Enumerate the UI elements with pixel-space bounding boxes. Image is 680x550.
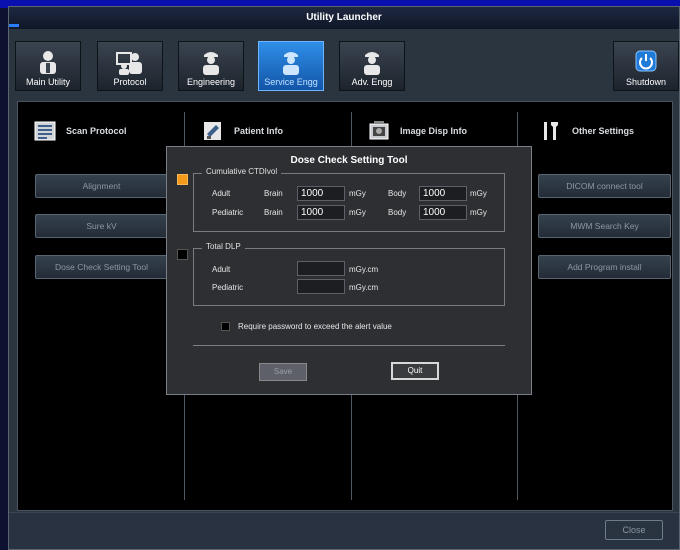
sure-kv-button[interactable]: Sure kV — [35, 214, 168, 238]
brain-label: Brain — [264, 208, 283, 217]
alignment-button[interactable]: Alignment — [35, 174, 168, 198]
body-label: Body — [388, 189, 407, 198]
image-disp-icon — [369, 121, 389, 140]
protocol-button[interactable]: Protocol — [97, 41, 163, 91]
wrench-icon — [544, 122, 558, 140]
require-password-checkbox[interactable] — [221, 322, 230, 331]
engineer-icon — [203, 52, 219, 75]
dicom-connect-tool-button[interactable]: DICOM connect tool — [538, 174, 671, 198]
quit-button[interactable]: Quit — [391, 362, 439, 380]
dlp-unit-label: mGy.cm — [349, 265, 379, 274]
unit-label: mGy — [470, 208, 487, 217]
title-accent — [9, 24, 19, 27]
dlp-pediatric-field[interactable] — [297, 279, 345, 294]
category-label: Image Disp Info — [400, 126, 468, 136]
dlp-legend: Total DLP — [202, 242, 245, 251]
adult-label: Adult — [212, 265, 231, 274]
users-icon — [116, 52, 142, 75]
category-label: Other Settings — [572, 126, 635, 136]
dose-check-dialog: Dose Check Setting Tool Cumulative CTDIv… — [166, 146, 532, 395]
dlp-enable-checkbox[interactable] — [177, 249, 188, 260]
window-title: Utility Launcher — [9, 7, 679, 29]
engineering-label: Engineering — [186, 77, 236, 87]
save-button[interactable]: Save — [259, 363, 307, 381]
engineering-button[interactable]: Engineering — [178, 41, 244, 91]
adult-brain-field[interactable]: 1000 — [297, 186, 345, 201]
dlp-unit-label: mGy.cm — [349, 283, 379, 292]
service-engineer-icon — [283, 52, 299, 75]
main-utility-button[interactable]: Main Utility — [15, 41, 81, 91]
category-image-disp-info: Image Disp Info — [368, 118, 518, 144]
pediatric-label: Pediatric — [212, 283, 244, 292]
unit-label: mGy — [349, 208, 366, 217]
pediatric-body-field[interactable]: 1000 — [419, 205, 467, 220]
dialog-title: Dose Check Setting Tool — [290, 155, 408, 166]
category-other-settings: Other Settings — [540, 118, 670, 144]
category-scan-protocol: Scan Protocol — [34, 118, 174, 144]
protocol-label: Protocol — [113, 77, 147, 87]
pediatric-brain-field[interactable]: 1000 — [297, 205, 345, 220]
pediatric-label: Pediatric — [212, 208, 244, 217]
service-engg-label: Service Engg — [264, 77, 318, 87]
require-password-label: Require password to exceed the alert val… — [238, 322, 392, 331]
body-label: Body — [388, 208, 407, 217]
category-label: Patient Info — [234, 126, 283, 136]
scan-protocol-icon — [34, 121, 56, 141]
dlp-group: Total DLP Adult mGy.cm Pediatric mGy.cm — [193, 242, 505, 306]
adult-label: Adult — [212, 189, 231, 198]
close-button[interactable]: Close — [605, 520, 663, 540]
service-engg-button[interactable]: Service Engg — [258, 41, 324, 91]
patient-info-icon — [204, 122, 221, 140]
footer-bar: Close — [9, 512, 679, 549]
advanced-engineer-icon — [364, 52, 380, 75]
adv-engg-label: Adv. Engg — [351, 77, 393, 87]
category-label: Scan Protocol — [66, 126, 127, 136]
brain-label: Brain — [264, 189, 283, 198]
user-icon — [40, 51, 56, 74]
mwm-search-key-button[interactable]: MWM Search Key — [538, 214, 671, 238]
category-patient-info: Patient Info — [202, 118, 342, 144]
unit-label: mGy — [349, 189, 366, 198]
adv-engg-button[interactable]: Adv. Engg — [339, 41, 405, 91]
main-utility-label: Main Utility — [25, 77, 70, 87]
dialog-divider — [193, 345, 505, 346]
ctdi-legend: Cumulative CTDIvol — [202, 167, 282, 176]
dose-check-setting-tool-button[interactable]: Dose Check Setting Tool — [35, 255, 168, 279]
power-icon — [635, 50, 657, 72]
shutdown-button[interactable]: Shutdown — [613, 41, 679, 91]
adult-body-field[interactable]: 1000 — [419, 186, 467, 201]
ctdi-enable-checkbox[interactable] — [177, 174, 188, 185]
dlp-adult-field[interactable] — [297, 261, 345, 276]
shutdown-label: Shutdown — [625, 77, 667, 87]
ctdi-group: Cumulative CTDIvol Adult Brain 1000 mGy … — [193, 167, 505, 232]
add-program-install-button[interactable]: Add Program install — [538, 255, 671, 279]
unit-label: mGy — [470, 189, 487, 198]
